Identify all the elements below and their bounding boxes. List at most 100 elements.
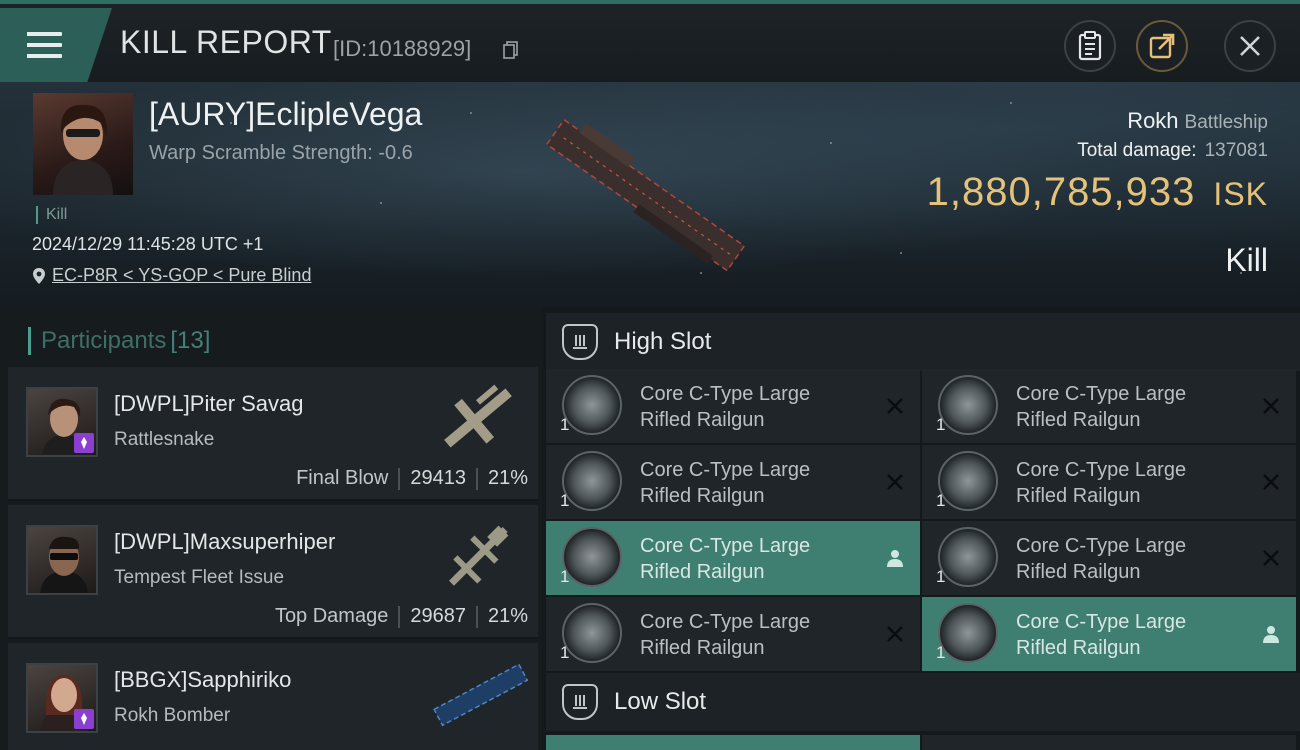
module-quantity: 1 <box>936 491 946 510</box>
victim-portrait[interactable] <box>33 93 133 195</box>
destroyed-icon <box>1263 550 1279 566</box>
participant-portrait[interactable] <box>26 387 98 457</box>
participant-name: [BBGX]Sapphiriko <box>114 667 292 692</box>
high-slot-header: High Slot <box>546 313 1300 371</box>
victim-banner: [AURY]EclipleVega Warp Scramble Strength… <box>0 82 1300 307</box>
module-name: Core C-Type Large Rifled Railgun <box>1016 383 1187 431</box>
module-item[interactable]: 1 Core C-Type Large Rifled Railgun <box>546 597 920 671</box>
final-blow-label: Final Blow <box>296 467 389 489</box>
participant-portrait[interactable] <box>26 663 98 733</box>
menu-icon <box>27 32 62 58</box>
isk-amount: 1,880,785,933 <box>926 170 1196 214</box>
participant-ship-render <box>449 525 509 586</box>
copy-icon[interactable] <box>503 41 519 59</box>
page-title: KILL REPORT <box>120 24 332 60</box>
railgun-icon <box>938 451 998 511</box>
low-slot-label: Low Slot <box>614 688 707 715</box>
isk-value: 1,880,785,933 ISK <box>927 170 1268 215</box>
total-damage-label: Total damage: <box>1077 140 1197 161</box>
fitting-panel: High Slot 1 Core C-Type Large Rifled Rai… <box>542 307 1300 750</box>
location-link[interactable]: EC-P8R < YS-GOP < Pure Blind <box>52 265 311 286</box>
high-slot-label: High Slot <box>614 328 712 355</box>
module-name: Core C-Type Large Rifled Railgun <box>1016 611 1187 659</box>
participant-row[interactable]: [BBGX]Sapphiriko Rokh Bomber <box>8 643 538 750</box>
participant-name: [DWPL]Piter Savag <box>114 391 304 416</box>
close-icon <box>1240 36 1260 56</box>
module-quantity: 1 <box>560 567 570 586</box>
participant-damage: 29413 <box>410 467 466 489</box>
participant-damage: 29687 <box>410 605 466 627</box>
railgun-icon <box>938 527 998 587</box>
victim-name[interactable]: [AURY]EclipleVega <box>149 96 422 133</box>
participant-ship: Tempest Fleet Issue <box>114 567 285 588</box>
module-item[interactable]: 1 Core C-Type Large Rifled Railgun <box>922 597 1296 671</box>
clipboard-icon <box>1078 31 1102 61</box>
victim-ship[interactable]: Rokh Battleship <box>1127 108 1268 134</box>
dropped-person-icon <box>887 550 903 567</box>
victim-ship-render <box>545 118 746 272</box>
low-slot-icon <box>562 684 598 720</box>
railgun-icon <box>562 375 622 435</box>
module-name: Core C-Type Large Rifled Railgun <box>1016 535 1187 583</box>
title-bar: KILL REPORT [ID:10188929] <box>0 0 1300 82</box>
participants-panel: Participants [13] [DWPL]Piter Savag Rattl… <box>0 307 542 750</box>
close-button[interactable] <box>1224 20 1276 72</box>
railgun-icon <box>562 603 622 663</box>
dropped-person-icon <box>1263 626 1279 643</box>
module-quantity: 1 <box>560 415 570 434</box>
participant-ship-render <box>433 663 528 727</box>
participant-row[interactable]: [DWPL]Maxsuperhiper Tempest Fleet Issue … <box>8 505 538 639</box>
alpha-badge-icon <box>74 433 94 453</box>
total-damage-value: 137081 <box>1204 140 1268 161</box>
module-name: Core C-Type Large Rifled Railgun <box>640 535 811 583</box>
clipboard-button[interactable] <box>1064 20 1116 72</box>
share-button[interactable] <box>1136 20 1188 72</box>
destroyed-icon <box>887 474 903 490</box>
module-name: Core C-Type Large Rifled Railgun <box>640 459 811 507</box>
participant-ship-render <box>444 384 512 448</box>
participant-row[interactable]: [DWPL]Piter Savag Rattlesnake Final Blow… <box>8 367 538 501</box>
railgun-icon <box>562 527 622 587</box>
module-item[interactable]: 1 Core C-Type Large Rifled Railgun <box>922 369 1296 443</box>
module-name: Core C-Type Large Rifled Railgun <box>640 383 811 431</box>
low-slot-module-partial[interactable] <box>546 735 920 750</box>
module-item[interactable]: 1 Core C-Type Large Rifled Railgun <box>922 521 1296 595</box>
railgun-icon <box>938 603 998 663</box>
participant-stats: Final Blow 29413 21% <box>296 467 528 490</box>
low-slot-module-partial[interactable] <box>922 735 1296 750</box>
warp-scramble: Warp Scramble Strength: -0.6 <box>149 142 413 164</box>
participant-ship: Rattlesnake <box>114 429 215 450</box>
destroyed-icon <box>887 398 903 414</box>
module-quantity: 1 <box>936 567 946 586</box>
participant-percent: 21% <box>487 467 528 489</box>
share-icon <box>1149 33 1175 59</box>
destroyed-icon <box>1263 474 1279 490</box>
low-slot-header: Low Slot <box>546 673 1300 731</box>
participants-header: Participants [13] <box>28 327 210 355</box>
menu-button[interactable] <box>0 8 112 82</box>
participant-stats: Top Damage 29687 21% <box>275 605 528 628</box>
destroyed-icon <box>887 626 903 642</box>
module-name: Core C-Type Large Rifled Railgun <box>1016 459 1187 507</box>
railgun-icon <box>938 375 998 435</box>
high-slot-icon <box>562 324 598 360</box>
location-pin-icon <box>33 267 45 284</box>
module-quantity: 1 <box>936 415 946 434</box>
railgun-icon <box>562 451 622 511</box>
module-quantity: 1 <box>560 491 570 510</box>
module-item[interactable]: 1 Core C-Type Large Rifled Railgun <box>546 369 920 443</box>
module-quantity: 1 <box>936 643 946 662</box>
module-item[interactable]: 1 Core C-Type Large Rifled Railgun <box>546 521 920 595</box>
participant-portrait[interactable] <box>26 525 98 595</box>
participant-ship: Rokh Bomber <box>114 705 231 726</box>
report-id: [ID:10188929] <box>333 36 472 61</box>
ship-name: Rokh <box>1127 108 1179 133</box>
participants-count: [13] <box>170 327 211 354</box>
total-damage: Total damage: 137081 <box>1077 140 1268 162</box>
kill-result: Kill <box>1225 242 1268 278</box>
module-item[interactable]: 1 Core C-Type Large Rifled Railgun <box>922 445 1296 519</box>
top-damage-label: Top Damage <box>274 605 389 627</box>
kill-location[interactable]: EC-P8R < YS-GOP < Pure Blind <box>32 265 311 286</box>
module-item[interactable]: 1 Core C-Type Large Rifled Railgun <box>546 445 920 519</box>
kill-tag: Kill <box>36 206 67 224</box>
